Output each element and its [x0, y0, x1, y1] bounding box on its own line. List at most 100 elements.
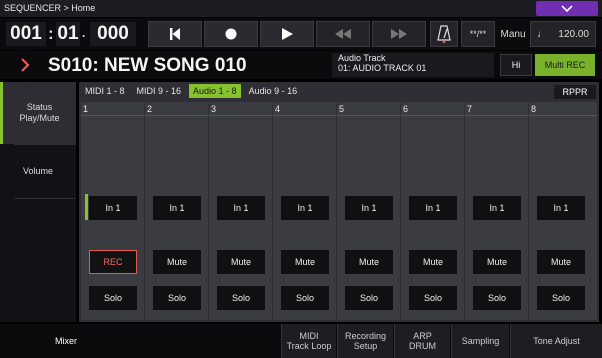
mute-button[interactable]: Mute [409, 250, 457, 274]
play-button[interactable] [260, 21, 314, 47]
track-label: Audio Track [338, 53, 386, 63]
song-name[interactable]: S010: NEW SONG 010 [48, 55, 247, 77]
track-strip-3: 3 In 1 Mute Solo [209, 102, 272, 320]
chevron-down-icon [561, 4, 573, 12]
track-header-divider [209, 115, 272, 116]
track-range-tabs: MIDI 1 - 8 MIDI 9 - 16 Audio 1 - 8 Audio… [81, 84, 302, 100]
track-strip-2: 2 In 1 Mute Solo [145, 102, 208, 320]
input-button[interactable]: In 1 [217, 196, 265, 220]
measure-display[interactable]: 001 [6, 22, 46, 46]
input-button[interactable]: In 1 [281, 196, 329, 220]
track-header-divider [401, 115, 464, 116]
track-strip-6: 6 In 1 Mute Solo [401, 102, 464, 320]
solo-button[interactable]: Solo [217, 286, 265, 310]
fast-forward-icon [391, 29, 407, 39]
tab-tone-adjust[interactable]: Tone Adjust [510, 324, 602, 358]
fast-forward-button[interactable] [372, 21, 426, 47]
metronome-button[interactable] [430, 21, 458, 47]
track-strip-4: 4 In 1 Mute Solo [273, 102, 336, 320]
tempo-mode-button[interactable]: Manu [498, 21, 528, 47]
reset-button[interactable] [148, 21, 202, 47]
tick-display[interactable]: 000 [90, 22, 136, 46]
track-strip-7: 7 In 1 Mute Solo [465, 102, 528, 320]
track-header-divider [273, 115, 336, 116]
input-button[interactable]: In 1 [153, 196, 201, 220]
tab-midi-9-16[interactable]: MIDI 9 - 16 [132, 84, 186, 98]
track-number: 7 [467, 104, 473, 114]
tempo-field[interactable]: ♩ 120.00 [530, 21, 596, 47]
title-bar: SEQUENCER > Home [0, 0, 602, 17]
rppr-button[interactable]: RPPR [554, 85, 596, 99]
song-select-button[interactable] [12, 54, 38, 76]
input-button[interactable]: In 1 [409, 196, 457, 220]
tab-status-play-mute[interactable]: Status Play/Mute [0, 82, 76, 144]
transport-bar: 001 : 01 . 000 **/** Manu ♩ 120.00 [0, 18, 602, 50]
mute-button[interactable]: Mute [217, 250, 265, 274]
tempo-value: 120.00 [558, 28, 589, 40]
solo-button[interactable]: Solo [409, 286, 457, 310]
metronome-icon [437, 25, 451, 43]
rewind-button[interactable] [316, 21, 370, 47]
page-tab-bar: Mixer MIDI Track Loop Recording Setup AR… [0, 324, 602, 358]
tab-audio-9-16[interactable]: Audio 9 - 16 [244, 84, 302, 98]
page-menu-button[interactable] [536, 1, 598, 16]
tab-midi-1-8[interactable]: MIDI 1 - 8 [81, 84, 129, 98]
multi-rec-button[interactable]: Multi REC [535, 54, 595, 76]
track-strip-8: 8 In 1 Mute Solo [529, 102, 597, 320]
selected-track-marker [85, 194, 88, 220]
input-button[interactable]: In 1 [537, 196, 585, 220]
record-button[interactable] [204, 21, 258, 47]
chevron-right-icon [21, 58, 30, 72]
solo-button[interactable]: Solo [345, 286, 393, 310]
mute-button[interactable]: Mute [473, 250, 521, 274]
mute-button[interactable]: Mute [537, 250, 585, 274]
page-title: SEQUENCER > Home [4, 3, 96, 13]
input-button[interactable]: In 1 [473, 196, 521, 220]
beat-display[interactable]: 01 [56, 22, 80, 46]
solo-button[interactable]: Solo [153, 286, 201, 310]
track-header-divider [337, 115, 400, 116]
tab-audio-1-8[interactable]: Audio 1 - 8 [189, 84, 241, 98]
track-header-divider [529, 115, 597, 116]
mute-button[interactable]: Mute [153, 250, 201, 274]
tab-recording-setup[interactable]: Recording Setup [337, 324, 393, 358]
location-separator-dot: . [82, 26, 86, 40]
tab-midi-track-loop[interactable]: MIDI Track Loop [281, 324, 336, 358]
track-info-panel[interactable]: Audio Track 01: AUDIO TRACK 01 [332, 53, 494, 77]
tab-arp-drum[interactable]: ARP DRUM [394, 324, 450, 358]
song-bar: S010: NEW SONG 010 Audio Track 01: AUDIO… [0, 51, 602, 79]
track-number: 2 [147, 104, 153, 114]
rec-button[interactable]: REC [89, 250, 137, 274]
tab-sampling[interactable]: Sampling [451, 324, 509, 358]
track-name: 01: AUDIO TRACK 01 [338, 63, 427, 73]
track-number: 1 [83, 104, 89, 114]
input-button[interactable]: In 1 [89, 196, 137, 220]
track-number: 3 [211, 104, 217, 114]
track-header-divider [465, 115, 528, 116]
track-number: 8 [531, 104, 537, 114]
sidebar: Status Play/Mute Volume [0, 82, 76, 322]
time-signature-display[interactable]: **/** [461, 21, 495, 47]
track-strip-5: 5 In 1 Mute Solo [337, 102, 400, 320]
rewind-icon [335, 29, 351, 39]
location-separator-colon: : [48, 24, 54, 43]
track-number: 4 [275, 104, 281, 114]
reset-to-start-icon [170, 28, 180, 40]
solo-button[interactable]: Solo [537, 286, 585, 310]
hi-button[interactable]: Hi [500, 54, 532, 76]
track-strip-1: 1 In 1 REC Solo [81, 102, 144, 320]
tab-volume[interactable]: Volume [0, 144, 76, 198]
solo-button[interactable]: Solo [89, 286, 137, 310]
input-button[interactable]: In 1 [345, 196, 393, 220]
mixer-panel: MIDI 1 - 8 MIDI 9 - 16 Audio 1 - 8 Audio… [79, 82, 599, 322]
solo-button[interactable]: Solo [473, 286, 521, 310]
track-header-divider [81, 115, 144, 116]
mute-button[interactable]: Mute [345, 250, 393, 274]
quarter-note-icon: ♩ [537, 28, 547, 40]
solo-button[interactable]: Solo [281, 286, 329, 310]
track-number: 5 [339, 104, 345, 114]
tab-mixer[interactable]: Mixer [14, 324, 118, 358]
record-icon [225, 28, 237, 40]
track-header-divider [145, 115, 208, 116]
mute-button[interactable]: Mute [281, 250, 329, 274]
